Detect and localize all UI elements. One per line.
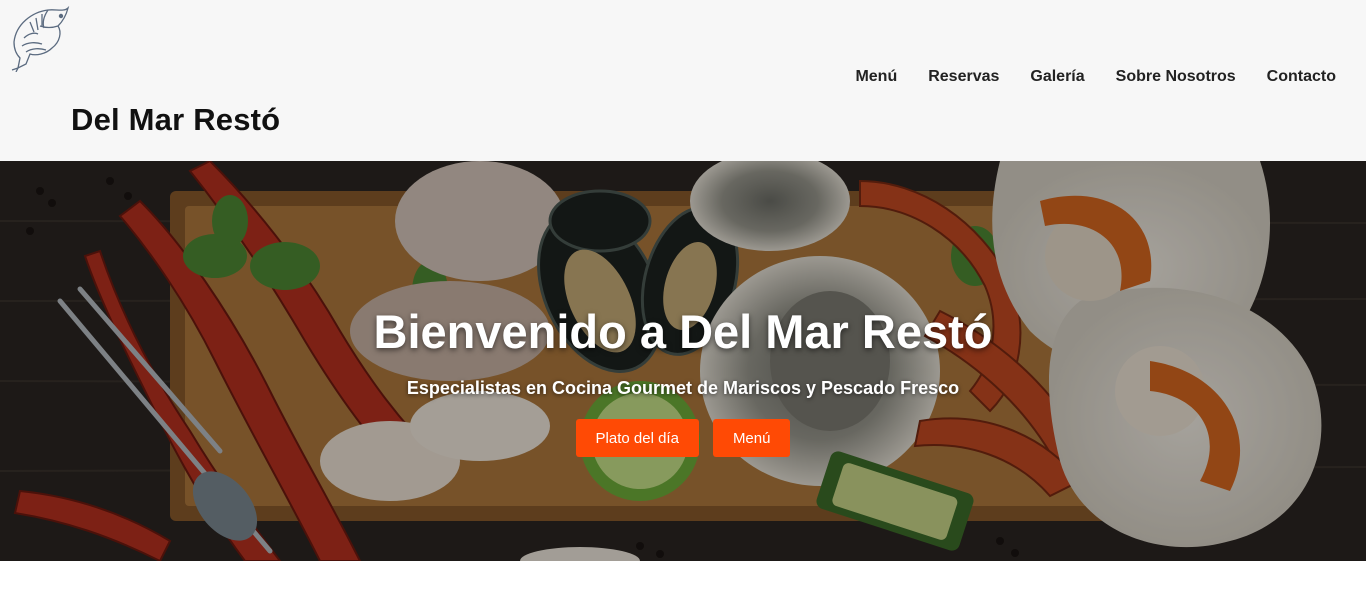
fish-logo-icon[interactable]: [4, 2, 74, 73]
plato-del-dia-button[interactable]: Plato del día: [575, 419, 699, 457]
main-nav: Menú Reservas Galería Sobre Nosotros Con…: [824, 68, 1336, 86]
hero-overlay: [0, 161, 1366, 561]
nav-item-sobre-nosotros[interactable]: Sobre Nosotros: [1116, 68, 1236, 86]
hero-subtitle: Especialistas en Cocina Gourmet de Maris…: [406, 378, 960, 398]
menu-button[interactable]: Menú: [712, 419, 791, 457]
site-brand-title[interactable]: Del Mar Restó: [71, 102, 280, 138]
hero-title: Bienvenido a Del Mar Restó: [373, 305, 993, 358]
nav-item-menu[interactable]: Menú: [855, 68, 897, 86]
nav-item-contacto[interactable]: Contacto: [1267, 68, 1336, 86]
site-header: Del Mar Restó Menú Reservas Galería Sobr…: [0, 0, 1366, 161]
nav-item-galeria[interactable]: Galería: [1030, 68, 1084, 86]
hero-section: Bienvenido a Del Mar Restó Especialistas…: [0, 161, 1366, 561]
nav-item-reservas[interactable]: Reservas: [928, 68, 999, 86]
hero-cta-group: Plato del día Menú: [0, 419, 1366, 457]
